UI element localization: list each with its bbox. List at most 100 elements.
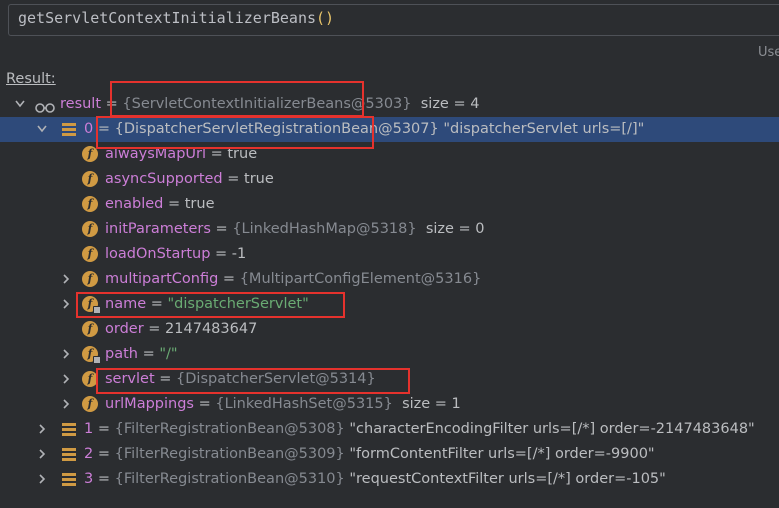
equals-sign: = <box>222 171 245 187</box>
field-suffix: size = 1 <box>402 396 461 412</box>
watch-glasses-icon <box>35 98 55 113</box>
tree-suffix: size = 4 <box>420 96 480 112</box>
field-ref: {DispatcherServlet@5314} <box>176 371 376 387</box>
field-name: name <box>105 296 147 312</box>
field-name: order <box>105 321 144 337</box>
chevron-right-icon[interactable] <box>60 392 72 409</box>
equals-sign: = <box>137 346 160 362</box>
tree-desc: "requestContextFilter urls=[/*] order=-1… <box>349 471 666 487</box>
equals-sign: = <box>163 196 185 212</box>
array-element-icon <box>62 123 76 136</box>
tree-row-field[interactable]: f name = "dispatcherServlet" <box>0 292 779 317</box>
chevron-right-icon[interactable] <box>60 267 72 284</box>
array-element-icon <box>62 448 76 461</box>
tree-ref: {FilterRegistrationBean@5308} <box>114 421 345 437</box>
tree-row-field[interactable]: f alwaysMapUrl = true <box>0 142 779 167</box>
equals-sign: = <box>93 421 115 437</box>
chevron-right-icon[interactable] <box>36 417 48 434</box>
tree-ref: {DispatcherServletRegistrationBean@5307} <box>114 121 439 137</box>
field-name: initParameters <box>105 221 211 237</box>
equals-sign: = <box>218 271 240 287</box>
field-value: "dispatcherServlet" <box>167 296 309 312</box>
field-icon: f <box>82 396 98 412</box>
array-element-icon <box>62 473 76 486</box>
equals-sign: = <box>143 321 166 337</box>
equals-sign: = <box>93 121 115 137</box>
equals-sign: = <box>210 246 232 262</box>
tree-row-item-0[interactable]: 0 = {DispatcherServletRegistrationBean@5… <box>0 117 779 142</box>
field-name: loadOnStartup <box>105 246 211 262</box>
field-value: 2147483647 <box>165 321 258 337</box>
chevron-right-icon[interactable] <box>36 442 48 459</box>
field-value: true <box>184 196 215 212</box>
tree-ref: {ServletContextInitializerBeans@5303} <box>122 96 412 112</box>
equals-sign: = <box>193 396 216 412</box>
hint-text: Use <box>758 45 779 60</box>
equals-sign: = <box>154 371 177 387</box>
field-icon: f <box>82 146 98 162</box>
tree-ref: {FilterRegistrationBean@5309} <box>114 446 345 462</box>
tree-row-field[interactable]: f path = "/" <box>0 342 779 367</box>
field-name: path <box>105 346 138 362</box>
field-name: servlet <box>105 371 155 387</box>
field-icon: f <box>82 246 98 262</box>
field-name: multipartConfig <box>105 271 219 287</box>
tree-row-field[interactable]: f loadOnStartup = -1 <box>0 242 779 267</box>
equals-sign: = <box>210 221 233 237</box>
tree-index: 0 <box>84 121 94 137</box>
array-element-icon <box>62 423 76 436</box>
tree-index: 3 <box>84 471 94 487</box>
tree-row-field[interactable]: f order = 2147483647 <box>0 317 779 342</box>
field-icon: f <box>82 321 98 337</box>
chevron-down-icon[interactable] <box>36 117 48 134</box>
field-name: alwaysMapUrl <box>105 146 206 162</box>
tree-index: 2 <box>84 446 94 462</box>
field-icon: f <box>82 271 98 287</box>
tree-row-field[interactable]: f initParameters = {LinkedHashMap@5318} … <box>0 217 779 242</box>
expression-input[interactable]: getServletContextInitializerBeans() <box>8 4 779 36</box>
field-icon: f <box>82 221 98 237</box>
tree-row-item-1[interactable]: 1 = {FilterRegistrationBean@5308} "chara… <box>0 417 779 442</box>
field-value: true <box>227 146 258 162</box>
chevron-right-icon[interactable] <box>60 367 72 384</box>
equals-sign: = <box>93 446 115 462</box>
tree-row-field[interactable]: f servlet = {DispatcherServlet@5314} <box>0 367 779 392</box>
tree-desc: "dispatcherServlet urls=[/]" <box>443 121 645 137</box>
field-name: asyncSupported <box>105 171 223 187</box>
field-name: urlMappings <box>105 396 194 412</box>
tree-ref: {FilterRegistrationBean@5310} <box>114 471 345 487</box>
field-icon: f <box>82 346 101 364</box>
expression-parens: () <box>316 9 335 27</box>
field-value: -1 <box>231 246 247 262</box>
tree-row-field[interactable]: f asyncSupported = true <box>0 167 779 192</box>
tree-index: 1 <box>84 421 94 437</box>
tree-var-name: result <box>60 96 102 112</box>
field-icon: f <box>82 296 101 314</box>
chevron-right-icon[interactable] <box>60 292 72 309</box>
field-name: enabled <box>105 196 164 212</box>
field-value: "/" <box>159 346 178 362</box>
tree-row-field[interactable]: f enabled = true <box>0 192 779 217</box>
field-icon: f <box>82 371 98 387</box>
result-label: Result: <box>6 71 56 87</box>
tree-row-item-3[interactable]: 3 = {FilterRegistrationBean@5310} "reque… <box>0 467 779 492</box>
tree-row-field[interactable]: f urlMappings = {LinkedHashSet@5315} siz… <box>0 392 779 417</box>
chevron-right-icon[interactable] <box>36 467 48 484</box>
field-icon: f <box>82 171 98 187</box>
equals-sign: = <box>93 471 115 487</box>
field-ref: {LinkedHashMap@5318} <box>232 221 417 237</box>
chevron-down-icon[interactable] <box>14 92 26 109</box>
tree-row-item-2[interactable]: 2 = {FilterRegistrationBean@5309} "formC… <box>0 442 779 467</box>
field-ref: {LinkedHashSet@5315} <box>215 396 393 412</box>
chevron-right-icon[interactable] <box>60 342 72 359</box>
field-ref: {MultipartConfigElement@5316} <box>239 271 482 287</box>
expression-bar: getServletContextInitializerBeans() <box>0 0 779 42</box>
field-suffix: size = 0 <box>425 221 485 237</box>
tree-desc: "formContentFilter urls=[/*] order=-9900… <box>349 446 655 462</box>
tree-desc: "characterEncodingFilter urls=[/*] order… <box>349 421 755 437</box>
tree-row-root[interactable]: result = {ServletContextInitializerBeans… <box>0 92 779 117</box>
expression-text: getServletContextInitializerBeans <box>18 9 317 27</box>
field-icon: f <box>82 196 98 212</box>
tree-row-field[interactable]: f multipartConfig = {MultipartConfigElem… <box>0 267 779 292</box>
equals-sign: = <box>101 96 123 112</box>
